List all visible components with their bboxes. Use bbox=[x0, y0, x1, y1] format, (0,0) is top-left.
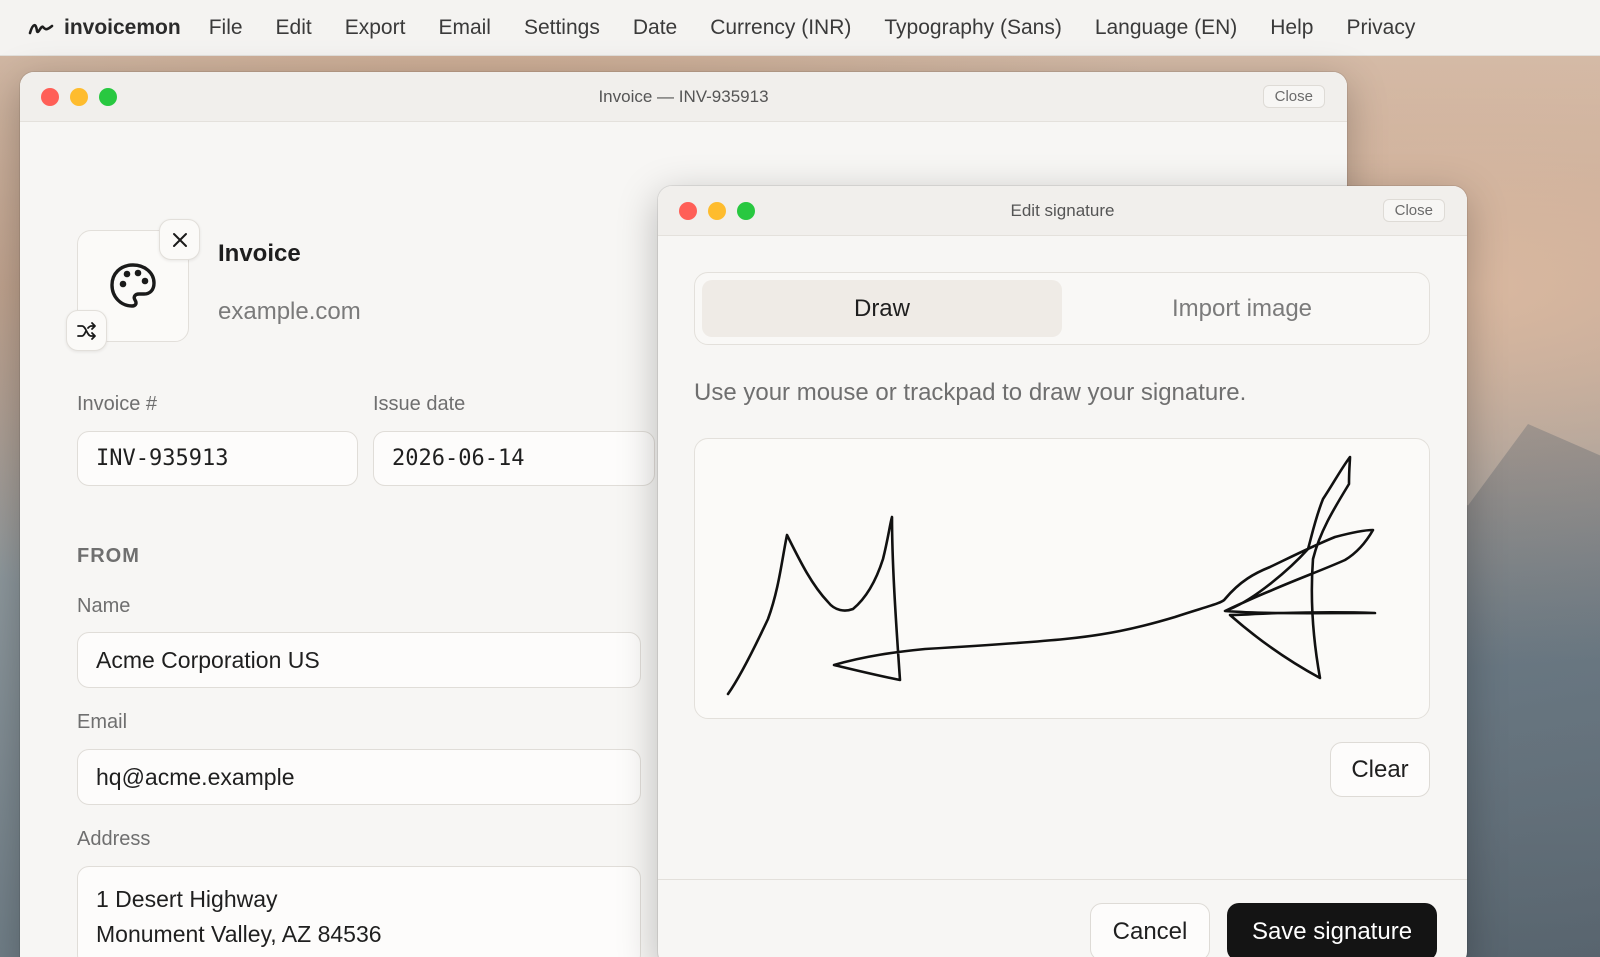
menu-edit[interactable]: Edit bbox=[276, 16, 312, 40]
window-controls bbox=[20, 87, 117, 106]
signature-titlebar[interactable]: Edit signature Close bbox=[658, 186, 1467, 236]
clear-button[interactable]: Clear bbox=[1330, 742, 1430, 797]
dialog-window-controls bbox=[658, 201, 755, 220]
email-input[interactable]: hq@acme.example bbox=[77, 749, 641, 805]
dialog-close-button[interactable]: Close bbox=[1382, 199, 1445, 222]
window-title: Invoice — INV-935913 bbox=[598, 86, 769, 106]
address-line-2: Monument Valley, AZ 84536 bbox=[96, 920, 382, 947]
remove-logo-button[interactable] bbox=[159, 219, 200, 260]
menu-email[interactable]: Email bbox=[438, 16, 491, 40]
website-field[interactable]: example.com bbox=[218, 298, 361, 326]
menu-bar: invoicemon File Edit Export Email Settin… bbox=[0, 0, 1600, 56]
address-line-1: 1 Desert Highway bbox=[96, 885, 278, 912]
minimize-window-button[interactable] bbox=[70, 87, 88, 106]
menu-file[interactable]: File bbox=[209, 16, 243, 40]
invoice-number-label: Invoice # bbox=[77, 393, 158, 415]
zoom-dialog-light[interactable] bbox=[737, 201, 755, 220]
shuffle-icon bbox=[76, 321, 96, 340]
invoice-number-input[interactable]: INV-935913 bbox=[77, 431, 358, 486]
app-brand[interactable]: invoicemon bbox=[28, 16, 181, 40]
zoom-window-button[interactable] bbox=[99, 87, 117, 106]
menu-currency[interactable]: Currency (INR) bbox=[710, 16, 851, 40]
close-window-button[interactable] bbox=[41, 87, 59, 106]
signature-stroke bbox=[726, 455, 1377, 696]
dialog-footer-divider bbox=[658, 879, 1467, 880]
menu-typography[interactable]: Typography (Sans) bbox=[884, 16, 1061, 40]
palette-icon bbox=[110, 263, 156, 308]
save-signature-button[interactable]: Save signature bbox=[1227, 903, 1437, 957]
email-label: Email bbox=[77, 711, 128, 733]
menu-export[interactable]: Export bbox=[345, 16, 406, 40]
app-name: invoicemon bbox=[64, 15, 181, 39]
scribble-icon bbox=[28, 23, 54, 34]
draw-instructions: Use your mouse or trackpad to draw your … bbox=[694, 379, 1247, 406]
invoice-titlebar[interactable]: Invoice — INV-935913 Close bbox=[20, 72, 1347, 122]
menu-language[interactable]: Language (EN) bbox=[1095, 16, 1237, 40]
tab-import-image[interactable]: Import image bbox=[1062, 280, 1422, 337]
menu-help[interactable]: Help bbox=[1270, 16, 1313, 40]
shuffle-logo-button[interactable] bbox=[66, 310, 107, 351]
menu-settings[interactable]: Settings bbox=[524, 16, 600, 40]
dialog-title: Edit signature bbox=[1010, 200, 1115, 220]
signature-canvas[interactable] bbox=[694, 438, 1430, 719]
close-icon bbox=[172, 232, 187, 247]
cancel-button[interactable]: Cancel bbox=[1090, 903, 1210, 957]
tab-draw[interactable]: Draw bbox=[702, 280, 1062, 337]
minimize-dialog-light[interactable] bbox=[708, 201, 726, 220]
signature-mode-tabs: Draw Import image bbox=[694, 272, 1430, 345]
close-button[interactable]: Close bbox=[1262, 85, 1325, 108]
name-label: Name bbox=[77, 595, 131, 617]
name-input[interactable]: Acme Corporation US bbox=[77, 632, 641, 688]
address-textarea[interactable]: 1 Desert Highway Monument Valley, AZ 845… bbox=[77, 866, 641, 957]
from-section-heading: FROM bbox=[77, 545, 140, 567]
issue-date-input[interactable]: 2026-06-14 bbox=[373, 431, 655, 486]
menu-date[interactable]: Date bbox=[633, 16, 677, 40]
edit-signature-dialog: Edit signature Close Draw Import image U… bbox=[658, 186, 1467, 957]
address-label: Address bbox=[77, 828, 151, 850]
menu-privacy[interactable]: Privacy bbox=[1346, 16, 1415, 40]
issue-date-label: Issue date bbox=[373, 393, 466, 415]
document-title: Invoice bbox=[218, 240, 301, 267]
close-dialog-light[interactable] bbox=[679, 201, 697, 220]
